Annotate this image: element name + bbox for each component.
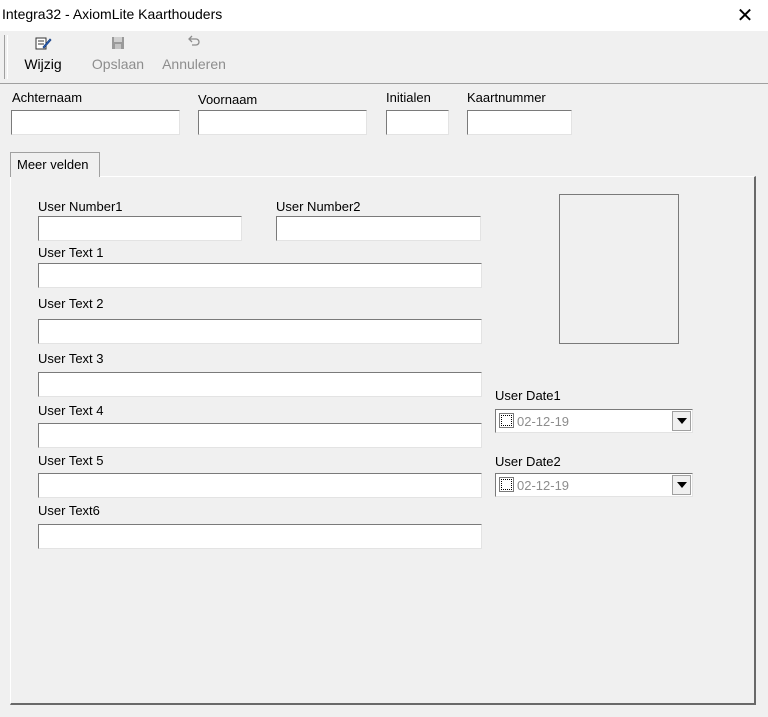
- user-date2-checkbox[interactable]: [499, 477, 514, 492]
- user-date2-picker[interactable]: 02-12-19: [495, 473, 693, 497]
- photo-placeholder[interactable]: [559, 194, 679, 344]
- tab-meer-velden[interactable]: Meer velden: [10, 152, 100, 177]
- toolbar-grip[interactable]: [4, 35, 8, 79]
- user-text2-input[interactable]: [38, 319, 482, 344]
- edit-icon: [22, 35, 64, 53]
- user-date1-checkbox[interactable]: [499, 413, 514, 428]
- user-number2-label: User Number2: [276, 199, 361, 214]
- user-date1-label: User Date1: [495, 388, 561, 403]
- chevron-down-icon: [676, 418, 687, 424]
- user-text6-input[interactable]: [38, 524, 482, 549]
- window-bottom-edge: [0, 712, 768, 717]
- achternaam-label: Achternaam: [12, 90, 83, 105]
- tab-meer-velden-label: Meer velden: [17, 157, 89, 172]
- user-number2-input[interactable]: [276, 216, 481, 241]
- user-number1-label: User Number1: [38, 199, 123, 214]
- user-date2-label: User Date2: [495, 454, 561, 469]
- user-text2-label: User Text 2: [38, 296, 104, 311]
- chevron-down-icon: [676, 482, 687, 488]
- achternaam-input[interactable]: [11, 110, 180, 135]
- save-icon: [90, 35, 146, 53]
- user-text6-label: User Text6: [38, 503, 100, 518]
- cancel-button[interactable]: Annuleren: [160, 35, 228, 72]
- user-date1-picker[interactable]: 02-12-19: [495, 409, 693, 433]
- user-text3-input[interactable]: [38, 372, 482, 397]
- user-text4-input[interactable]: [38, 423, 482, 448]
- kaartnummer-label: Kaartnummer: [467, 90, 546, 105]
- close-button[interactable]: ✕: [722, 0, 768, 31]
- user-text5-input[interactable]: [38, 473, 482, 498]
- edit-button[interactable]: Wijzig: [22, 35, 64, 72]
- user-text4-label: User Text 4: [38, 403, 104, 418]
- user-text1-label: User Text 1: [38, 245, 104, 260]
- initialen-label: Initialen: [386, 90, 431, 105]
- cancel-label: Annuleren: [162, 56, 226, 72]
- kaartnummer-input[interactable]: [467, 110, 572, 135]
- initialen-input[interactable]: [386, 110, 449, 135]
- user-date1-value: 02-12-19: [517, 414, 570, 429]
- voornaam-input[interactable]: [198, 110, 367, 135]
- user-date1-dropdown-button[interactable]: [672, 411, 691, 431]
- undo-icon: [160, 35, 228, 53]
- user-date2-value: 02-12-19: [517, 478, 570, 493]
- user-text5-label: User Text 5: [38, 453, 104, 468]
- user-number1-input[interactable]: [38, 216, 242, 241]
- user-date2-dropdown-button[interactable]: [672, 475, 691, 495]
- save-label: Opslaan: [91, 56, 145, 72]
- user-text3-label: User Text 3: [38, 351, 104, 366]
- save-button[interactable]: Opslaan: [90, 35, 146, 72]
- toolbar: Wijzig Opslaan Annuleren: [0, 31, 768, 84]
- voornaam-label: Voornaam: [198, 92, 258, 107]
- user-text1-input[interactable]: [38, 263, 482, 288]
- edit-label: Wijzig: [24, 56, 62, 72]
- close-icon: ✕: [736, 5, 754, 27]
- title-bar: Integra32 - AxiomLite Kaarthouders ✕: [0, 0, 768, 31]
- window-title: Integra32 - AxiomLite Kaarthouders: [2, 6, 223, 22]
